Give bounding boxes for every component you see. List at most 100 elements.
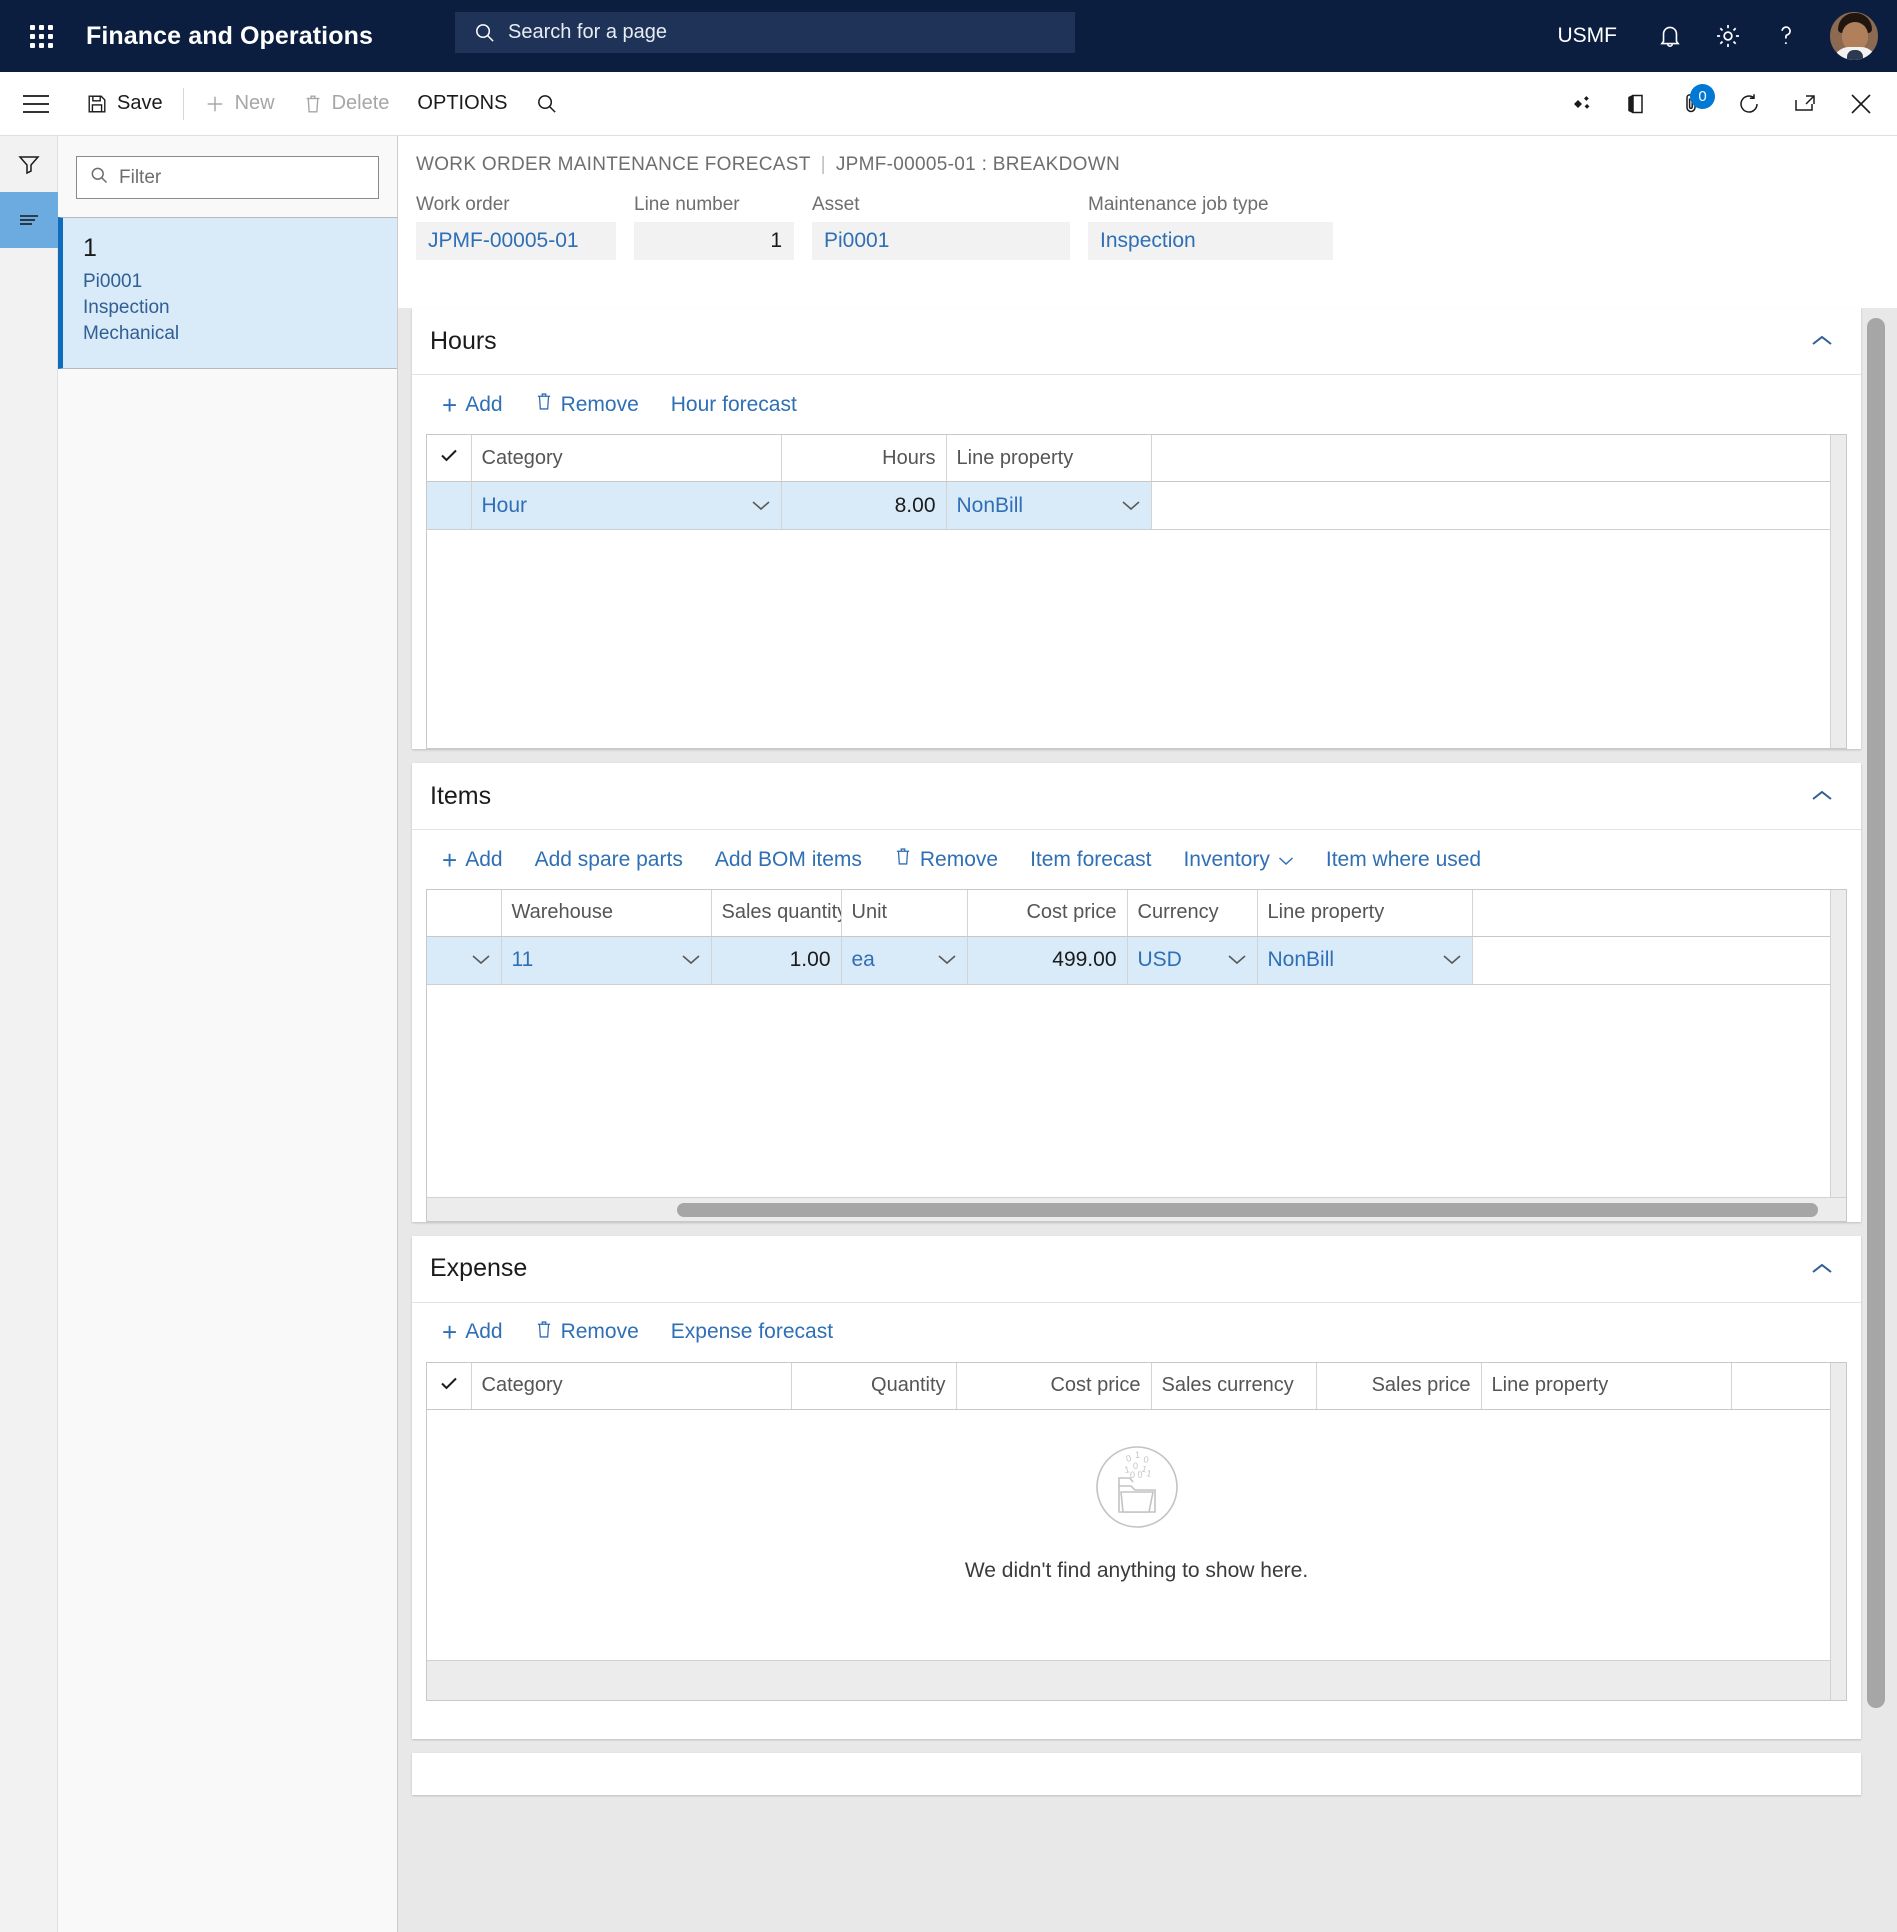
attachments-icon[interactable]: 0 xyxy=(1667,78,1719,130)
field-label: Work order xyxy=(416,194,510,215)
field-label: Maintenance job type xyxy=(1088,194,1269,215)
hours-remove-button[interactable]: Remove xyxy=(519,382,655,428)
asset-input[interactable]: Pi0001 xyxy=(812,222,1070,260)
hours-add-button[interactable]: + Add xyxy=(426,382,519,428)
action-pane: Save New Delete OPTIONS 0 xyxy=(0,72,1897,136)
cell-cost-price[interactable]: 499.00 xyxy=(967,936,1128,985)
section-title: Expense xyxy=(430,1254,528,1282)
column-line-property[interactable]: Line property xyxy=(946,435,1152,482)
filter-box[interactable] xyxy=(76,156,379,199)
row-select-cell[interactable] xyxy=(427,481,472,530)
hour-forecast-button[interactable]: Hour forecast xyxy=(655,382,813,428)
cell-currency[interactable]: USD xyxy=(1127,936,1258,985)
filter-funnel-icon[interactable] xyxy=(0,136,58,192)
chevron-up-icon[interactable] xyxy=(1809,783,1835,809)
work-order-input[interactable]: JPMF-00005-01 xyxy=(416,222,616,260)
table-row[interactable]: Hour 8.00 NonBill xyxy=(427,481,1846,530)
item-where-used-button[interactable]: Item where used xyxy=(1310,837,1497,883)
column-unit[interactable]: Unit xyxy=(841,890,968,937)
save-button[interactable]: Save xyxy=(72,81,177,127)
notification-bell-icon[interactable] xyxy=(1641,7,1699,65)
section-items-header[interactable]: Items xyxy=(412,763,1861,829)
column-currency[interactable]: Currency xyxy=(1127,890,1258,937)
expense-grid: Category Quantity Cost price Sales curre… xyxy=(426,1361,1847,1701)
chevron-up-icon[interactable] xyxy=(1809,1256,1835,1282)
chevron-down-icon[interactable] xyxy=(1442,948,1462,972)
chevron-down-icon[interactable] xyxy=(471,948,491,972)
item-forecast-button[interactable]: Item forecast xyxy=(1014,837,1167,883)
refresh-icon[interactable] xyxy=(1723,78,1775,130)
inventory-menu-button[interactable]: Inventory xyxy=(1167,837,1309,883)
add-spare-parts-button[interactable]: Add spare parts xyxy=(519,837,699,883)
column-hours[interactable]: Hours xyxy=(781,435,947,482)
list-lines-icon[interactable] xyxy=(0,192,58,248)
cell-unit[interactable]: ea xyxy=(841,936,968,985)
column-cost-price[interactable]: Cost price xyxy=(956,1362,1152,1410)
column-warehouse[interactable]: Warehouse xyxy=(501,890,712,937)
action-search-button[interactable] xyxy=(521,81,572,127)
search-input[interactable] xyxy=(508,21,1075,44)
cell-category[interactable]: Hour xyxy=(471,481,782,530)
expense-remove-button[interactable]: Remove xyxy=(519,1309,655,1355)
list-item[interactable]: 1 Pi0001 Inspection Mechanical xyxy=(58,217,397,369)
options-button[interactable]: OPTIONS xyxy=(403,81,521,127)
hours-grid-vertical-scrollbar[interactable] xyxy=(1830,435,1846,748)
section-next-partial[interactable] xyxy=(412,1752,1861,1795)
column-cost-price[interactable]: Cost price xyxy=(967,890,1128,937)
row-selector-cell[interactable] xyxy=(427,936,502,985)
page-scrollbar-thumb[interactable] xyxy=(1867,318,1885,1708)
column-category[interactable]: Category xyxy=(471,1362,792,1410)
column-sales-currency[interactable]: Sales currency xyxy=(1151,1362,1317,1410)
filter-input[interactable] xyxy=(119,166,366,189)
column-sales-quantity[interactable]: Sales quantity xyxy=(711,890,842,937)
column-quantity[interactable]: Quantity xyxy=(791,1362,957,1410)
cell-sales-quantity[interactable]: 1.00 xyxy=(711,936,842,985)
section-expense-header[interactable]: Expense xyxy=(412,1236,1861,1302)
cell-line-property[interactable]: NonBill xyxy=(946,481,1152,530)
company-selector[interactable]: USMF xyxy=(1558,24,1618,48)
chevron-down-icon[interactable] xyxy=(937,948,957,972)
office-apps-icon[interactable] xyxy=(1555,78,1607,130)
new-button[interactable]: New xyxy=(190,81,289,127)
expense-forecast-button[interactable]: Expense forecast xyxy=(655,1309,849,1355)
chevron-down-icon[interactable] xyxy=(1227,948,1247,972)
attachment-count-badge: 0 xyxy=(1690,83,1715,109)
global-search-box[interactable] xyxy=(455,12,1075,53)
scrollbar-thumb[interactable] xyxy=(677,1202,1818,1217)
cell-line-property[interactable]: NonBill xyxy=(1257,936,1473,985)
line-number-input[interactable]: 1 xyxy=(634,222,794,260)
cell-hours[interactable]: 8.00 xyxy=(781,481,947,530)
help-question-icon[interactable] xyxy=(1757,7,1815,65)
add-bom-items-button[interactable]: Add BOM items xyxy=(699,837,878,883)
cell-warehouse[interactable]: 11 xyxy=(501,936,712,985)
table-row[interactable]: 11 1.00 ea 499.00 USD NonBill xyxy=(427,936,1846,985)
expense-grid-vertical-scrollbar[interactable] xyxy=(1830,1362,1846,1700)
breadcrumb-page[interactable]: WORK ORDER MAINTENANCE FORECAST xyxy=(416,154,811,176)
column-category[interactable]: Category xyxy=(471,435,782,482)
navigation-menu-icon[interactable] xyxy=(0,72,72,135)
app-launcher-icon[interactable] xyxy=(18,13,64,59)
header-fields: Work order JPMF-00005-01 Line number 1 A… xyxy=(398,176,1897,286)
expense-add-button[interactable]: + Add xyxy=(426,1309,519,1355)
section-hours-header[interactable]: Hours xyxy=(412,308,1861,374)
maintenance-job-type-input[interactable]: Inspection xyxy=(1088,222,1333,260)
chevron-down-icon[interactable] xyxy=(681,948,701,972)
chevron-up-icon[interactable] xyxy=(1809,328,1835,354)
chevron-down-icon[interactable] xyxy=(1121,494,1141,518)
select-all-checkbox[interactable] xyxy=(427,1362,472,1410)
select-all-checkbox[interactable] xyxy=(427,435,472,482)
chevron-down-icon[interactable] xyxy=(751,494,771,518)
column-sales-price[interactable]: Sales price xyxy=(1316,1362,1482,1410)
items-grid-horizontal-scrollbar[interactable] xyxy=(427,1196,1846,1221)
popout-icon[interactable] xyxy=(1779,78,1831,130)
items-add-button[interactable]: + Add xyxy=(426,837,519,883)
delete-button[interactable]: Delete xyxy=(289,81,404,127)
items-grid-vertical-scrollbar[interactable] xyxy=(1830,890,1846,1221)
settings-gear-icon[interactable] xyxy=(1699,7,1757,65)
column-line-property[interactable]: Line property xyxy=(1257,890,1473,937)
column-line-property[interactable]: Line property xyxy=(1481,1362,1732,1410)
items-remove-button[interactable]: Remove xyxy=(878,837,1014,883)
open-in-office-icon[interactable] xyxy=(1611,78,1663,130)
user-avatar[interactable] xyxy=(1829,11,1879,61)
close-icon[interactable] xyxy=(1835,78,1887,130)
